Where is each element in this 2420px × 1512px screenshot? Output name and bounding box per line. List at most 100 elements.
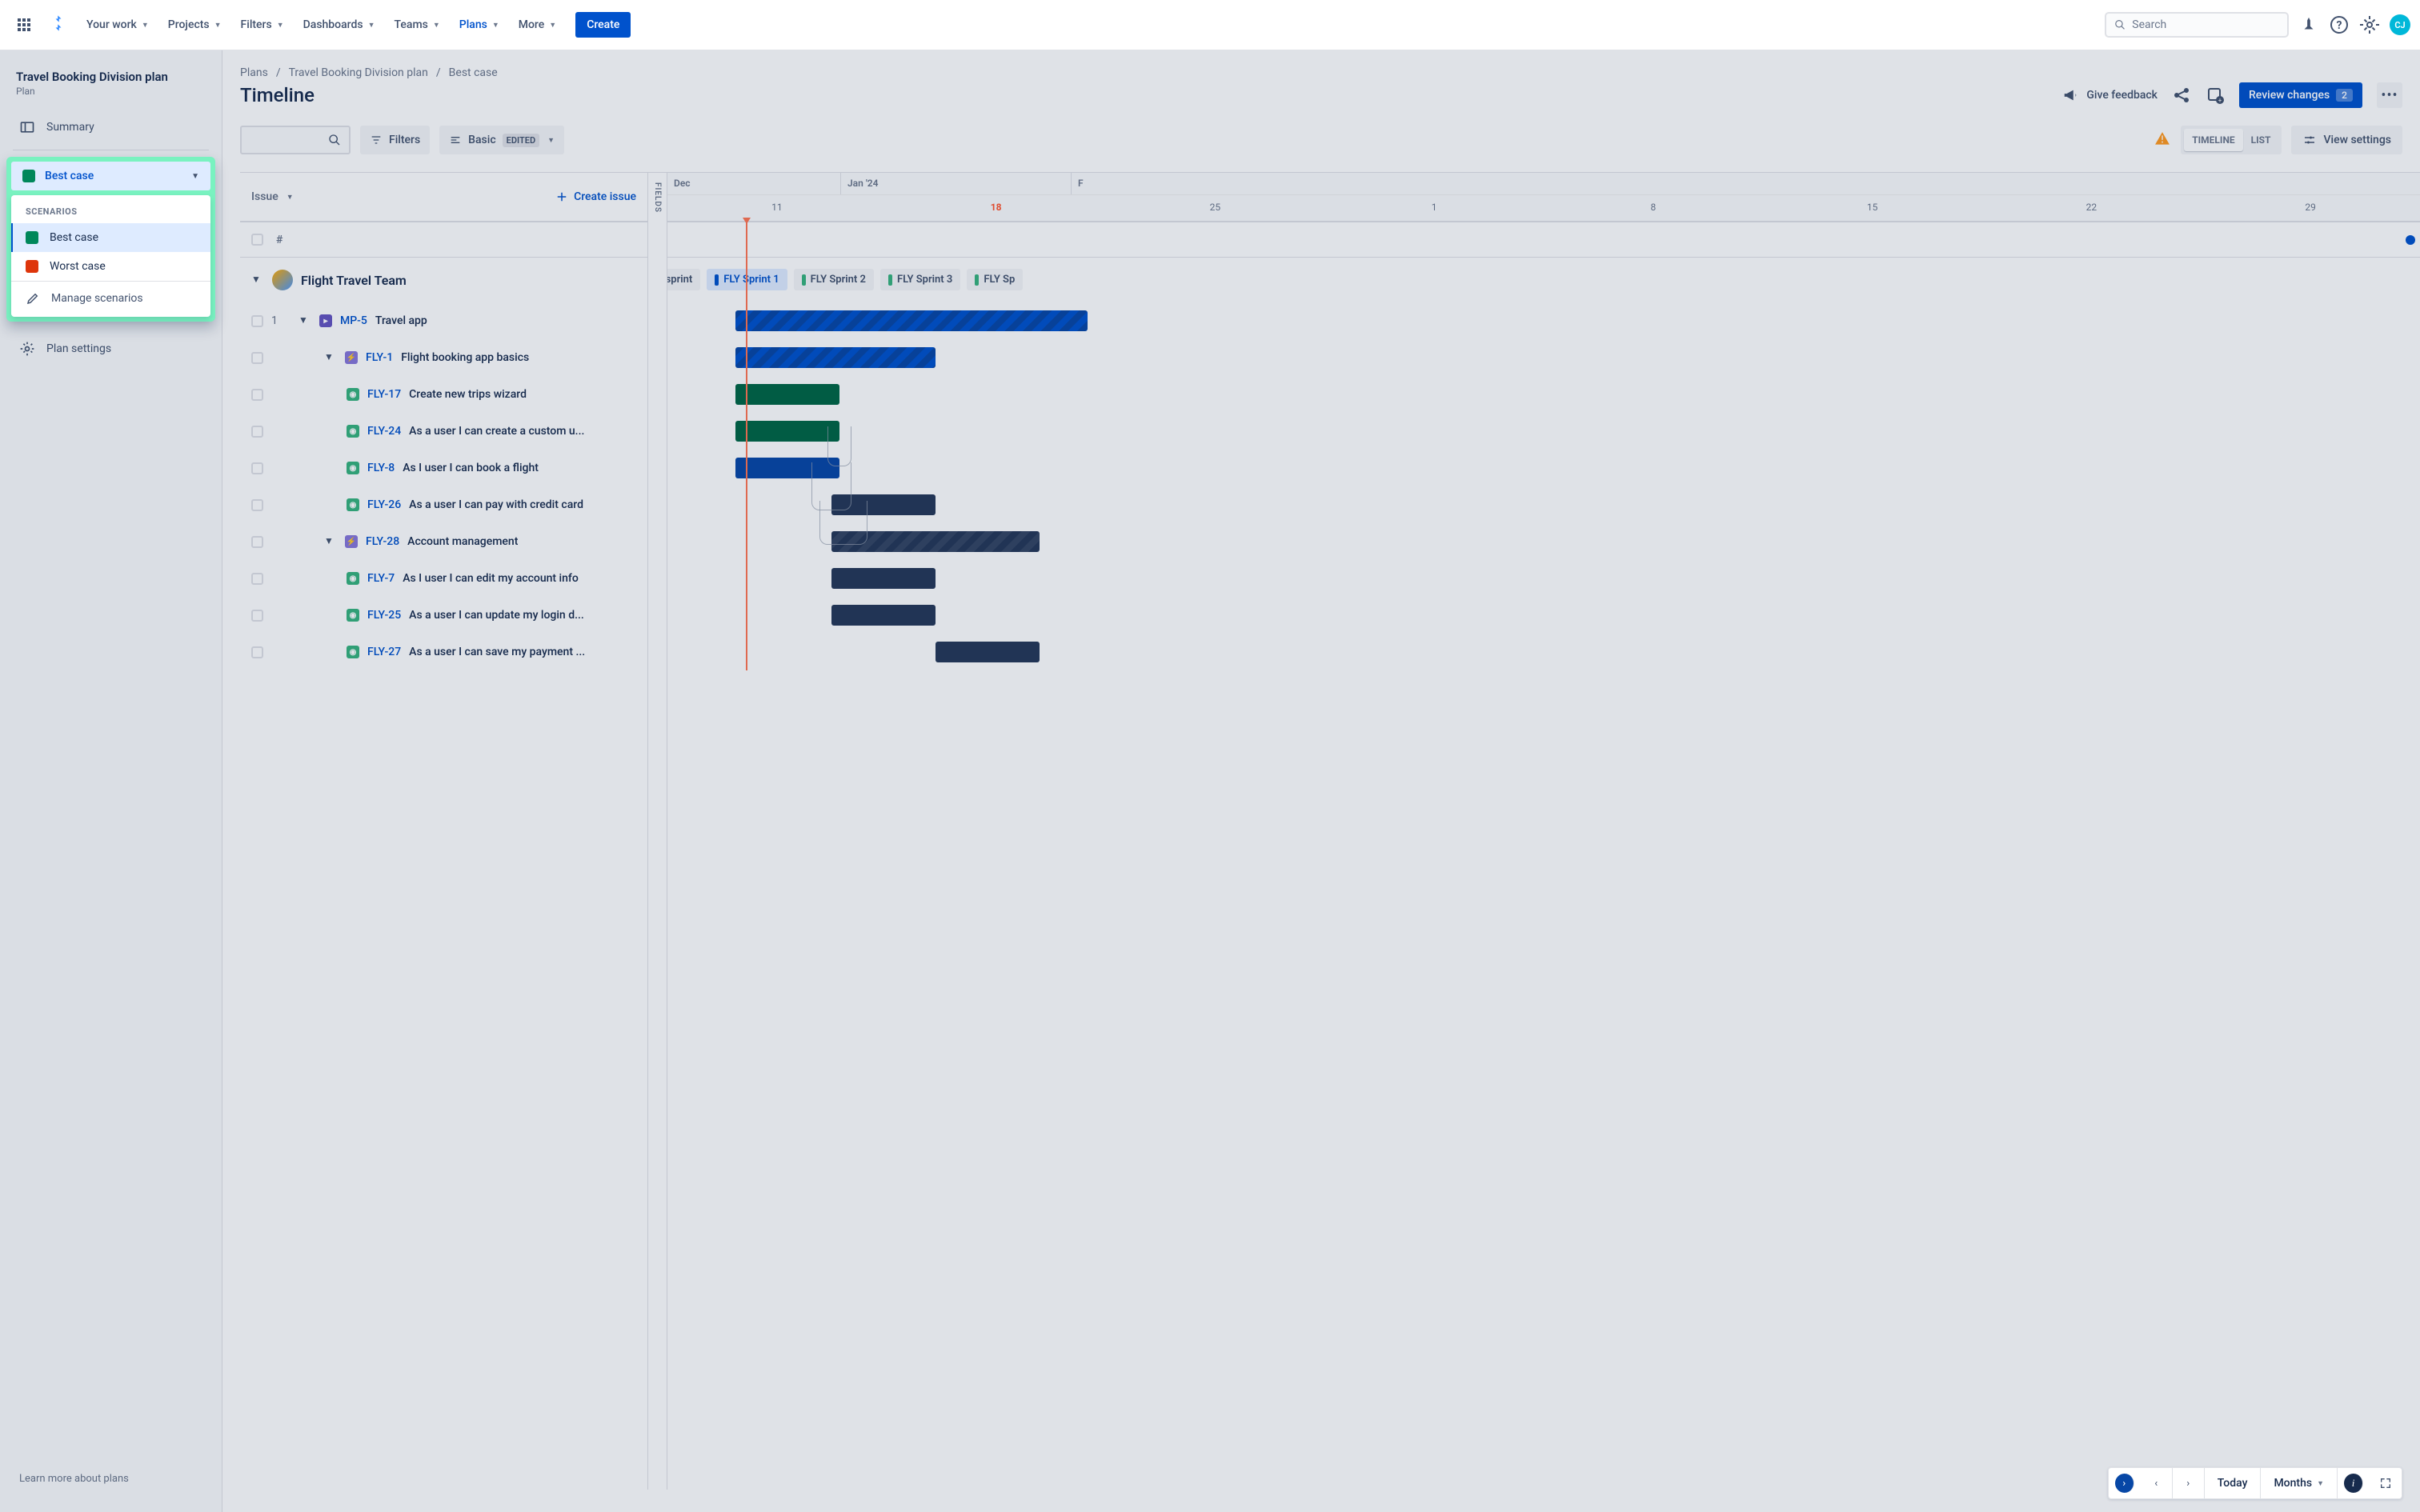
gantt-bar[interactable]	[735, 384, 839, 405]
breadcrumb-item[interactable]: Plans	[240, 66, 268, 79]
nav-your-work[interactable]: Your work▼	[78, 12, 157, 38]
filters-button[interactable]: Filters	[360, 126, 430, 154]
scroll-next-button[interactable]: ›	[2173, 1467, 2205, 1499]
sprint-chip[interactable]: t sprint	[667, 269, 700, 290]
fullscreen-button[interactable]	[2370, 1467, 2402, 1499]
share-icon[interactable]	[2172, 86, 2191, 105]
issue-row[interactable]: ◉FLY-17Create new trips wizard	[240, 376, 647, 413]
issue-key-link[interactable]: FLY-28	[366, 535, 399, 548]
give-feedback-button[interactable]: Give feedback	[2062, 86, 2158, 104]
manage-scenarios[interactable]: Manage scenarios	[11, 282, 210, 317]
timeline-tab[interactable]: TIMELINE	[2184, 129, 2242, 151]
issue-sort[interactable]: Issue ▼	[251, 190, 294, 203]
global-search[interactable]	[2105, 12, 2289, 38]
issue-row[interactable]: ◉FLY-8As I user I can book a flight	[240, 450, 647, 486]
row-checkbox[interactable]	[251, 499, 263, 511]
issue-row[interactable]: ◉FLY-25As a user I can update my login d…	[240, 597, 647, 634]
issue-row[interactable]: ◉FLY-24As a user I can create a custom u…	[240, 413, 647, 450]
issue-row[interactable]: ◉FLY-27As a user I can save my payment .…	[240, 634, 647, 670]
app-switcher-icon[interactable]	[10, 10, 38, 39]
chevron-down-icon[interactable]: ▼	[298, 314, 311, 327]
zoom-selector[interactable]: Months▼	[2261, 1468, 2338, 1498]
review-changes-button[interactable]: Review changes 2	[2239, 82, 2362, 108]
row-checkbox[interactable]	[251, 462, 263, 474]
scenario-option-best-case[interactable]: Best case	[11, 223, 210, 252]
help-icon[interactable]: ?	[2329, 14, 2350, 35]
row-checkbox[interactable]	[251, 315, 263, 327]
gantt-bar[interactable]	[735, 421, 839, 442]
nav-plans[interactable]: Plans▼	[451, 12, 507, 38]
today-button[interactable]: Today	[2205, 1468, 2262, 1498]
issue-key-link[interactable]: FLY-26	[367, 498, 401, 511]
view-settings-button[interactable]: View settings	[2291, 126, 2402, 154]
row-checkbox[interactable]	[251, 573, 263, 585]
issue-key-link[interactable]: FLY-1	[366, 351, 393, 364]
row-checkbox[interactable]	[251, 610, 263, 622]
gantt-bar[interactable]	[936, 642, 1040, 662]
breadcrumb-item[interactable]: Best case	[449, 66, 498, 79]
sidebar-item-plan-settings[interactable]: Plan settings	[8, 333, 214, 365]
row-checkbox[interactable]	[251, 536, 263, 548]
row-number-header: #	[276, 234, 282, 246]
nav-projects[interactable]: Projects▼	[160, 12, 230, 38]
settings-icon[interactable]	[2359, 14, 2380, 35]
plus-icon	[555, 190, 569, 204]
issue-row[interactable]: ▼⚡FLY-28Account management	[240, 523, 647, 560]
warning-icon[interactable]	[2154, 130, 2171, 150]
story-type-icon: ◉	[347, 498, 359, 511]
sidebar-item-summary[interactable]: Summary	[8, 111, 214, 143]
create-issue-button[interactable]: Create issue	[555, 190, 636, 204]
nav-dashboards[interactable]: Dashboards▼	[295, 12, 383, 38]
chevron-down-icon[interactable]: ▼	[324, 351, 337, 364]
fields-rail[interactable]: FIELDS	[648, 173, 667, 1490]
issue-key-link[interactable]: FLY-7	[367, 572, 395, 585]
gantt-bar[interactable]	[735, 310, 1088, 331]
issue-row[interactable]: ◉FLY-7As I user I can edit my account in…	[240, 560, 647, 597]
scroll-prev-button[interactable]: ‹	[2141, 1467, 2173, 1499]
issue-row[interactable]: ▼⚡FLY-1Flight booking app basics	[240, 339, 647, 376]
issue-key-link[interactable]: FLY-25	[367, 609, 401, 622]
gantt-bar[interactable]	[831, 605, 936, 626]
nav-filters[interactable]: Filters▼	[233, 12, 292, 38]
row-checkbox[interactable]	[251, 352, 263, 364]
doc-type-icon: ▸	[319, 314, 332, 327]
scenario-option-worst-case[interactable]: Worst case	[11, 252, 210, 281]
jira-logo-icon[interactable]	[42, 14, 75, 35]
chevron-down-icon[interactable]: ▼	[251, 274, 264, 286]
scroll-to-start-button[interactable]: ›	[2109, 1467, 2141, 1499]
more-menu-button[interactable]: •••	[2377, 82, 2402, 108]
issue-key-link[interactable]: FLY-27	[367, 646, 401, 658]
nav-more[interactable]: More▼	[511, 12, 564, 38]
user-avatar[interactable]: CJ	[2390, 14, 2410, 35]
issue-key-link[interactable]: FLY-17	[367, 388, 401, 401]
issue-key-link[interactable]: FLY-24	[367, 425, 401, 438]
issue-key-link[interactable]: MP-5	[340, 314, 367, 327]
row-checkbox[interactable]	[251, 389, 263, 401]
row-checkbox[interactable]	[251, 426, 263, 438]
chevron-down-icon[interactable]: ▼	[324, 535, 337, 548]
gantt-body[interactable]: t sprint FLY Sprint 1 FLY Sprint 2 FLY S…	[667, 222, 2420, 670]
row-checkbox[interactable]	[251, 646, 263, 658]
view-mode-button[interactable]: Basic EDITED ▼	[439, 126, 564, 154]
gantt-bar[interactable]	[735, 347, 936, 368]
nav-teams[interactable]: Teams▼	[387, 12, 448, 38]
list-tab[interactable]: LIST	[2243, 129, 2279, 151]
issue-row[interactable]: 1▼▸MP-5Travel app	[240, 302, 647, 339]
team-row[interactable]: ▼ Flight Travel Team	[240, 258, 647, 302]
export-icon[interactable]: +	[2206, 86, 2225, 105]
breadcrumb-item[interactable]: Travel Booking Division plan	[289, 66, 428, 79]
issue-key-link[interactable]: FLY-8	[367, 462, 395, 474]
sprint-chip[interactable]: FLY Sp	[967, 269, 1023, 290]
search-input[interactable]	[2132, 18, 2279, 31]
learn-more-link[interactable]: Learn more about plans	[8, 1465, 214, 1493]
scenario-selector[interactable]: Best case ▼	[11, 162, 210, 190]
select-all-checkbox[interactable]	[251, 234, 263, 246]
create-button[interactable]: Create	[575, 12, 631, 38]
sprint-chip[interactable]: FLY Sprint 3	[880, 269, 960, 290]
issue-row[interactable]: ◉FLY-26As a user I can pay with credit c…	[240, 486, 647, 523]
sprint-chip[interactable]: FLY Sprint 2	[794, 269, 874, 290]
filter-search-input[interactable]	[240, 126, 351, 154]
notifications-icon[interactable]	[2298, 14, 2319, 35]
gantt-bar[interactable]	[831, 568, 936, 589]
info-button[interactable]: i	[2338, 1467, 2370, 1499]
